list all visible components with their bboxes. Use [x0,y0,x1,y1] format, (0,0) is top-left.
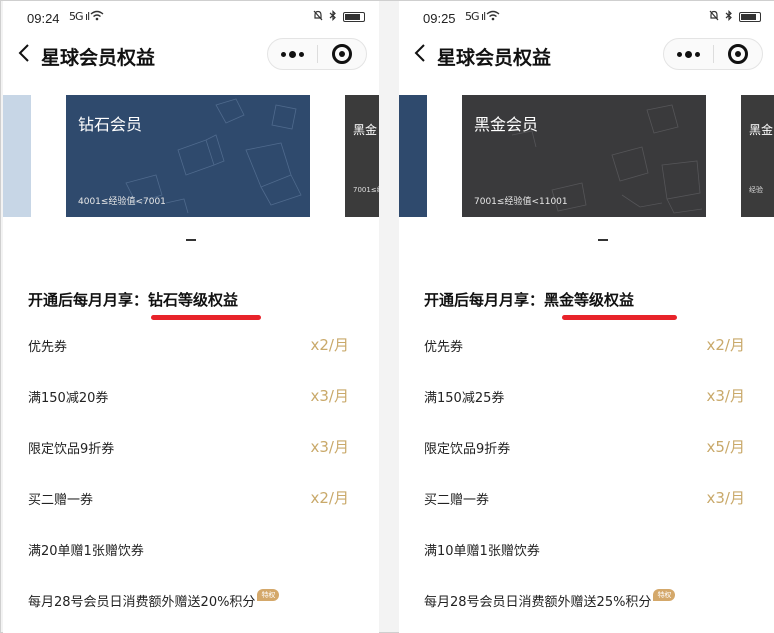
privilege-badge: 特权 [257,589,280,601]
membership-carousel[interactable]: 钻石会员 4001≤经验值<7001 黑金 7001≤经 [3,95,379,217]
benefit-label: 限定饮品9折券 [424,442,511,457]
target-close-icon[interactable] [318,39,366,69]
status-bar: 09:24 5G ıl [3,1,379,31]
benefit-quantity: x2/月 [310,489,349,507]
benefit-label: 满20单赠1张赠饮券 [28,544,144,559]
carousel-indicator [598,239,608,241]
comparison-frame: 09:24 5G ıl 星球会员权益 钻石会员 4001≤经验值<7001 黑金… [0,0,774,633]
mini-program-capsule [267,38,367,70]
benefit-quantity: x3/月 [706,387,745,405]
next-card-name: 黑金 [749,123,774,137]
phone-screen-diamond: 09:24 5G ıl 星球会员权益 钻石会员 4001≤经验值<7001 黑金… [3,1,379,633]
privilege-badge: 特权 [653,589,676,601]
nav-bar: 星球会员权益 [399,31,774,77]
benefits-heading: 开通后每月月享：黑金等级权益 [424,289,634,310]
chevron-left-icon[interactable] [17,43,31,63]
status-time: 09:24 [27,11,60,26]
benefit-label: 每月28号会员日消费额外赠送25%积分 特权 [424,589,676,610]
bell-off-icon [709,10,719,24]
page-title: 星球会员权益 [437,47,552,69]
chevron-left-icon[interactable] [413,43,427,63]
benefits-level: 黑金等级权益 [544,291,635,309]
status-bar: 09:25 5G ıl [399,1,774,31]
benefit-label: 买二赠一券 [28,493,94,508]
card-experience-range: 4001≤经验值<7001 [78,197,166,207]
benefits-heading-prefix: 开通后每月月享： [28,291,149,309]
bell-off-icon [313,10,323,24]
benefit-quantity: x3/月 [310,387,349,405]
benefits-level: 钻石等级权益 [148,291,239,309]
benefit-row: 满20单赠1张赠饮券 [28,540,349,560]
benefits-heading: 开通后每月月享：钻石等级权益 [28,289,238,310]
benefit-label: 满10单赠1张赠饮券 [424,544,540,559]
signal-icon: 5G ıl [465,10,486,23]
prev-card-peek[interactable] [399,95,427,217]
target-close-icon[interactable] [714,39,762,69]
benefit-quantity: x2/月 [706,336,745,354]
next-card-range: 7001≤经 [353,186,379,194]
benefit-row: 满150减20券 x3/月 [28,387,349,407]
status-time: 09:25 [423,11,456,26]
benefit-row: 优先券 x2/月 [28,336,349,356]
level-highlight-underline [562,315,677,320]
benefit-label: 优先券 [28,340,68,355]
wifi-icon [90,10,104,24]
membership-card-diamond[interactable]: 钻石会员 4001≤经验值<7001 [66,95,310,217]
card-experience-range: 7001≤经验值<11001 [474,197,568,207]
benefit-label: 优先券 [424,340,464,355]
benefit-row: 买二赠一券 x3/月 [424,489,745,509]
benefit-row: 优先券 x2/月 [424,336,745,356]
card-level-name: 钻石会员 [78,115,143,134]
next-card-name: 黑金 [353,123,378,137]
benefit-label: 每月28号会员日消费额外赠送20%积分 特权 [28,589,280,610]
benefit-label: 满150减20券 [28,391,109,406]
benefit-quantity: x2/月 [310,336,349,354]
membership-card-blackgold[interactable]: 黑金会员 7001≤经验值<11001 [462,95,706,217]
prev-card-peek[interactable] [3,95,31,217]
next-card-range: 经验 [749,186,763,194]
benefits-heading-prefix: 开通后每月月享： [424,291,545,309]
benefit-quantity: x3/月 [310,438,349,456]
benefit-row: 每月28号会员日消费额外赠送25%积分 特权 [424,589,745,611]
benefit-label: 限定饮品9折券 [28,442,115,457]
carousel-indicator [186,239,196,241]
signal-icon: 5G ıl [69,10,90,23]
benefit-row: 满150减25券 x3/月 [424,387,745,407]
benefit-row: 满10单赠1张赠饮券 [424,540,745,560]
bluetooth-icon [329,10,337,24]
membership-carousel[interactable]: 黑金会员 7001≤经验值<11001 黑金 经验 [399,95,774,217]
page-title: 星球会员权益 [41,47,156,69]
battery-icon [739,12,761,22]
battery-icon [343,12,365,22]
wifi-icon [486,10,500,24]
nav-bar: 星球会员权益 [3,31,379,77]
more-icon[interactable] [268,39,317,69]
benefit-row: 限定饮品9折券 x5/月 [424,438,745,458]
benefit-quantity: x5/月 [706,438,745,456]
next-card-peek[interactable]: 黑金 7001≤经 [345,95,379,217]
benefit-quantity: x3/月 [706,489,745,507]
level-highlight-underline [151,315,261,320]
phone-screen-blackgold: 09:25 5G ıl 星球会员权益 黑金会员 7001≤经验值<11001 黑… [399,1,774,633]
benefit-row: 限定饮品9折券 x3/月 [28,438,349,458]
benefit-label: 满150减25券 [424,391,505,406]
next-card-peek[interactable]: 黑金 经验 [741,95,774,217]
mini-program-capsule [663,38,763,70]
benefit-label: 买二赠一券 [424,493,490,508]
card-level-name: 黑金会员 [474,115,539,134]
more-icon[interactable] [664,39,713,69]
benefit-row: 每月28号会员日消费额外赠送20%积分 特权 [28,589,349,611]
benefit-row: 买二赠一券 x2/月 [28,489,349,509]
bluetooth-icon [725,10,733,24]
